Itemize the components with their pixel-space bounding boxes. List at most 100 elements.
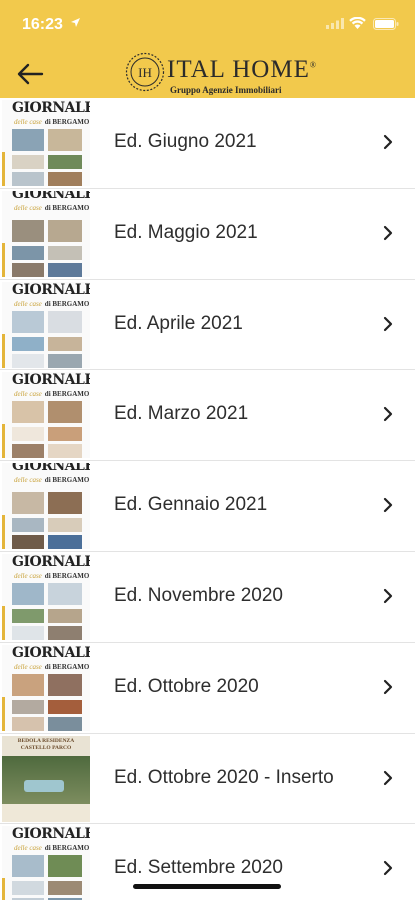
edition-row[interactable]: GIORNALE delle case di BERGAMO Ed. Maggio 2… [0, 188, 415, 280]
cover-spine [2, 878, 5, 900]
edition-cover-thumbnail: GIORNALE delle case di BERGAMO [2, 372, 90, 459]
cover-photo [48, 881, 82, 896]
chevron-right-icon [383, 770, 393, 785]
edition-title: Ed. Giugno 2021 [114, 131, 257, 152]
insert-cover-title: BEDOLA RESIDENZA CASTELLO PARCO [17, 737, 75, 751]
edition-row[interactable]: BEDOLA RESIDENZA CASTELLO PARCO Ed. Ottob… [0, 733, 415, 825]
chevron-right-icon [383, 225, 393, 240]
cover-photo [48, 401, 82, 424]
logo-name-text: ITAL HOME [167, 56, 310, 83]
edition-title: Ed. Aprile 2021 [114, 312, 243, 334]
cover-masthead-sub: delle case di BERGAMO [14, 300, 89, 308]
cover-masthead: GIORNALE [12, 281, 90, 298]
edition-row[interactable]: GIORNALE delle case di BERGAMO Ed. Giugno 2… [0, 98, 415, 189]
edition-cover-thumbnail: GIORNALE delle case di BERGAMO [2, 190, 90, 277]
edition-row[interactable]: GIORNALE delle case di BERGAMO Ed. Marzo 20… [0, 370, 415, 462]
cover-spine [2, 242, 5, 277]
cover-masthead: GIORNALE [12, 100, 90, 116]
italhome-logo: IH ITAL HOME® Gruppo Agenzie Immobiliari [125, 52, 316, 96]
cover-photo [48, 673, 82, 696]
cover-photo [12, 582, 44, 605]
cover-spine [2, 152, 5, 186]
cover-photo [12, 172, 44, 186]
cover-sub-b: di BERGAMO [44, 118, 90, 126]
cover-photo [48, 262, 82, 277]
cover-sub-a: delle case [14, 203, 42, 212]
cover-photo [48, 535, 82, 550]
cover-sub-a: delle case [14, 844, 42, 853]
edition-row[interactable]: GIORNALE delle case di BERGAMO Ed. Novembre… [0, 551, 415, 643]
cover-sub-a: delle case [14, 571, 42, 580]
edition-row[interactable]: GIORNALE delle case di BERGAMO Ed. Ottobre … [0, 642, 415, 734]
cover-masthead-sub: delle case di BERGAMO [14, 390, 89, 398]
cover-photo [12, 427, 44, 442]
edition-row[interactable]: GIORNALE delle case di BERGAMO Ed. Aprile 2… [0, 279, 415, 371]
cover-photo [48, 716, 82, 731]
cover-sub-b: di BERGAMO [44, 390, 90, 399]
cover-sub-a: delle case [14, 299, 42, 308]
status-time: 16:23 [22, 16, 63, 33]
edition-title: Ed. Ottobre 2020 - Inserto [114, 766, 334, 788]
cover-masthead-sub: delle case di BERGAMO [14, 204, 89, 212]
cover-photo [12, 716, 44, 731]
chevron-right-icon [383, 588, 393, 604]
wifi-icon [349, 17, 366, 29]
cover-photo [12, 881, 44, 896]
logo-emblem-icon: IH [125, 52, 165, 92]
status-bar: 16:23 [0, 0, 415, 48]
cover-photo [48, 245, 82, 260]
cover-masthead: GIORNALE [12, 463, 90, 475]
cover-spine [2, 424, 5, 459]
cover-photo [48, 518, 82, 533]
cover-photo [48, 336, 82, 351]
cover-photo [48, 492, 82, 515]
cover-spine [2, 515, 5, 550]
cover-masthead-sub: delle case di BERGAMO [14, 844, 89, 852]
edition-title: Ed. Gennaio 2021 [114, 494, 268, 516]
edition-list: GIORNALE delle case di BERGAMO Ed. Giugno 2… [0, 98, 415, 900]
cover-masthead: GIORNALE [12, 190, 90, 202]
cover-photo [48, 129, 82, 151]
logo-mark-text: IH [138, 65, 152, 80]
cover-photo [48, 625, 82, 640]
cover-photo [12, 129, 44, 151]
cover-photo [48, 582, 82, 605]
location-arrow-icon [71, 18, 80, 27]
cover-photo [12, 155, 44, 169]
logo-wordmark: ITAL HOME® [167, 56, 317, 84]
cover-masthead: GIORNALE [12, 644, 90, 661]
cover-photo [48, 444, 82, 459]
chevron-right-icon [383, 498, 393, 513]
cover-photo [48, 353, 82, 368]
cover-photo [12, 401, 44, 424]
cover-masthead-sub: delle case di BERGAMO [14, 663, 89, 671]
edition-cover-thumbnail: GIORNALE delle case di BERGAMO [2, 100, 90, 186]
edition-title: Ed. Ottobre 2020 [114, 675, 259, 697]
edition-cover-thumbnail: BEDOLA RESIDENZA CASTELLO PARCO [2, 735, 90, 822]
chevron-right-icon [383, 316, 393, 331]
logo-trademark: ® [309, 60, 317, 70]
cover-spine [2, 605, 5, 640]
cover-photo [24, 779, 64, 792]
cover-spine [2, 696, 5, 731]
cover-photo [12, 492, 44, 515]
chevron-right-icon [383, 679, 393, 694]
cover-sub-b: di BERGAMO [44, 203, 90, 212]
cover-sub-b: di BERGAMO [44, 299, 90, 308]
cover-photo [12, 608, 44, 623]
cover-masthead-sub: delle case di BERGAMO [14, 476, 89, 484]
cover-photo [12, 245, 44, 260]
edition-cover-thumbnail: GIORNALE delle case di BERGAMO [2, 644, 90, 731]
cover-photo [48, 310, 82, 333]
cover-photo [12, 699, 44, 714]
arrow-left-icon[interactable] [16, 62, 44, 86]
edition-cover-thumbnail: GIORNALE delle case di BERGAMO [2, 826, 90, 900]
battery-icon [373, 18, 399, 30]
edition-title: Ed. Novembre 2020 [114, 584, 283, 606]
cover-masthead-sub: delle case di BERGAMO [14, 118, 89, 126]
cover-photo [12, 518, 44, 533]
cover-sub-b: di BERGAMO [44, 571, 90, 580]
cover-sub-b: di BERGAMO [44, 662, 90, 671]
edition-row[interactable]: GIORNALE delle case di BERGAMO Ed. Gennaio … [0, 461, 415, 552]
cover-photo [48, 172, 82, 186]
